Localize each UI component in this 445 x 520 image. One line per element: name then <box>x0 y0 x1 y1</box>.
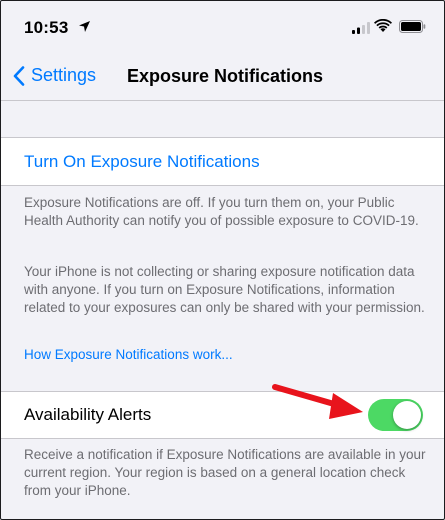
chevron-left-icon <box>13 65 25 86</box>
how-exposure-notifications-work-link[interactable]: How Exposure Notifications work... <box>24 347 233 362</box>
battery-icon <box>399 20 426 33</box>
availability-alerts-row: Availability Alerts <box>1 391 444 439</box>
availability-alerts-label: Availability Alerts <box>24 405 152 424</box>
location-arrow-icon <box>79 21 90 32</box>
toggle-knob <box>393 401 421 429</box>
wifi-icon <box>374 19 392 32</box>
availability-alerts-description: Receive a notification if Exposure Notif… <box>24 447 426 498</box>
status-bar: 10:53 <box>1 1 444 53</box>
status-time: 10:53 <box>24 18 69 37</box>
turn-on-row[interactable]: Turn On Exposure Notifications <box>1 137 444 186</box>
nav-divider <box>1 100 444 101</box>
red-arrow-icon <box>272 384 363 419</box>
privacy-description: Your iPhone is not collecting or sharing… <box>24 264 425 315</box>
exposure-off-description: Exposure Notifications are off. If you t… <box>24 195 419 228</box>
availability-alerts-toggle[interactable] <box>368 399 423 431</box>
turn-on-exposure-notifications-button[interactable]: Turn On Exposure Notifications <box>24 152 260 172</box>
navigation-bar: Settings Exposure Notifications <box>1 53 444 101</box>
page-title: Exposure Notifications <box>127 66 324 86</box>
back-button-label: Settings <box>31 65 97 85</box>
cellular-signal-icon <box>352 22 370 34</box>
phone-screen: 10:53 Settings Exposure Notifications Tu… <box>0 0 445 520</box>
back-button[interactable]: Settings <box>13 65 96 86</box>
